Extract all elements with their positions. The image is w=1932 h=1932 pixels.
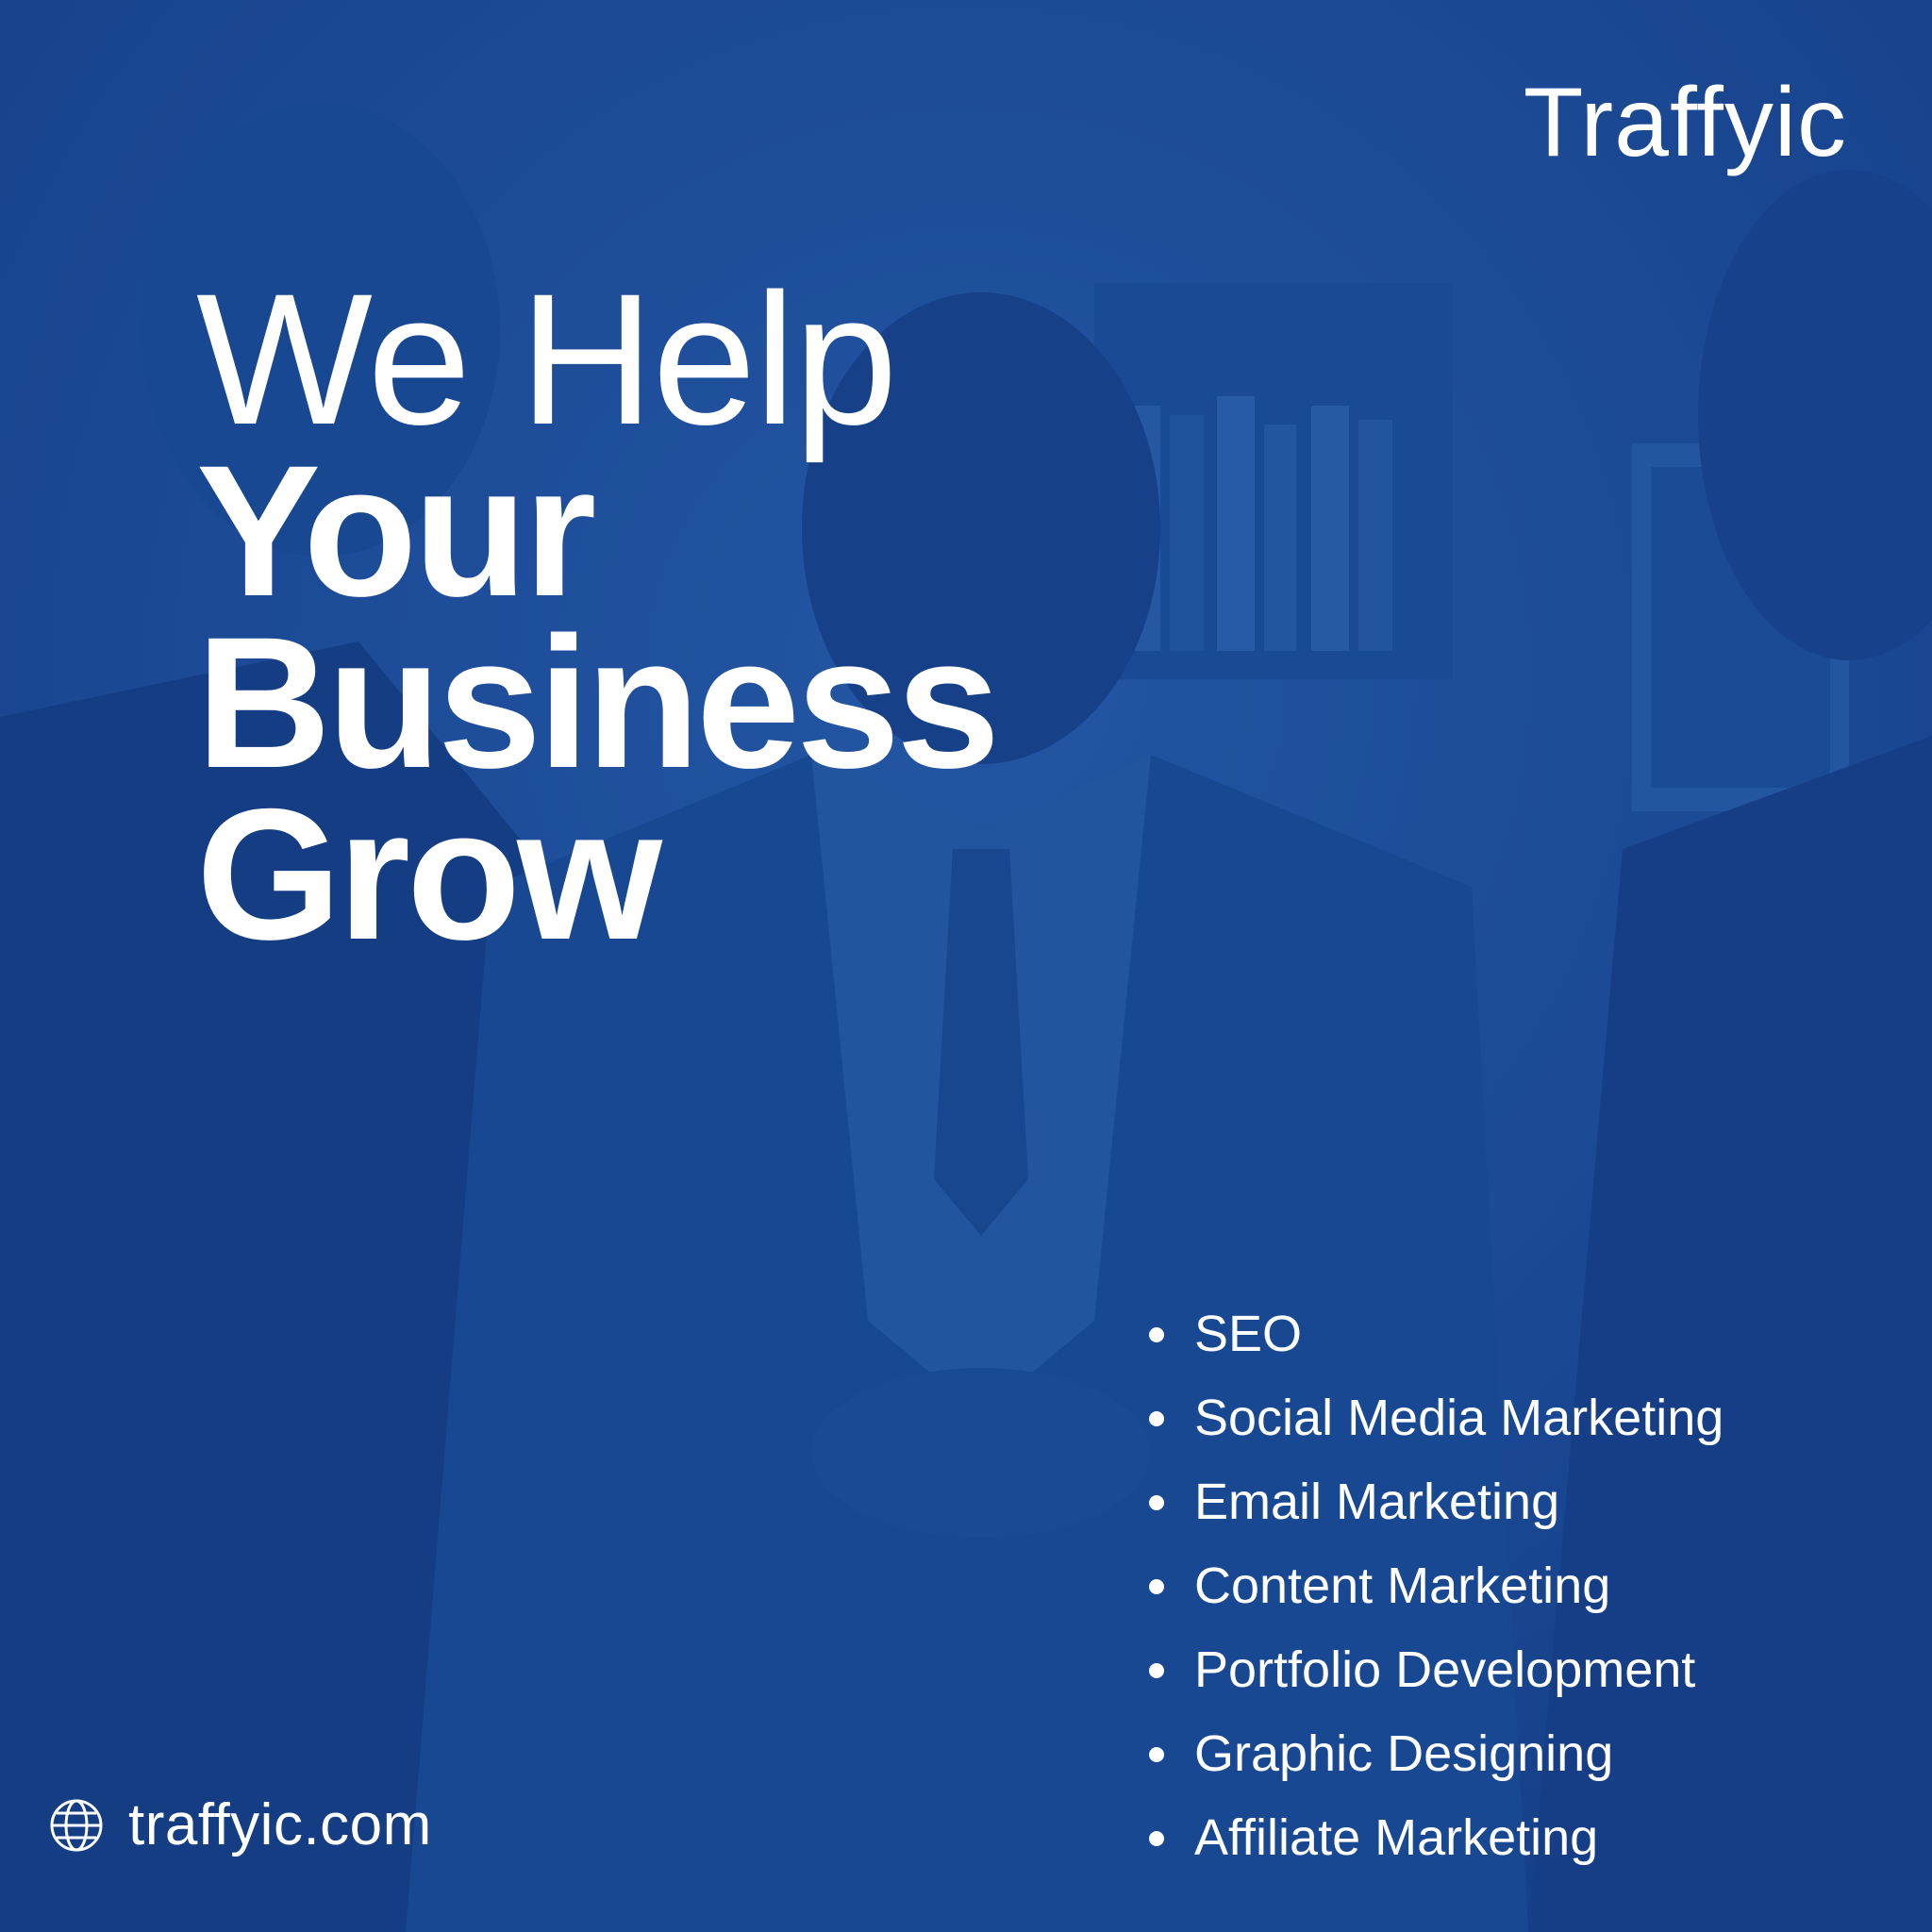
bullet-icon [1149, 1579, 1164, 1594]
service-item: Email Marketing [1149, 1460, 1724, 1544]
bullet-icon [1149, 1327, 1164, 1342]
service-label: Graphic Designing [1194, 1725, 1614, 1782]
service-label: SEO [1194, 1306, 1303, 1362]
brand-logo-text: Traffyic [1523, 68, 1847, 177]
service-item: Social Media Marketing [1149, 1376, 1724, 1460]
headline-line-1: We Help [196, 255, 898, 463]
bullet-icon [1149, 1747, 1164, 1762]
globe-icon [50, 1799, 103, 1851]
service-item: Graphic Designing [1149, 1712, 1724, 1796]
service-item: Portfolio Development [1149, 1628, 1724, 1712]
website-footer: traffyic.com [49, 1791, 432, 1858]
bullet-icon [1149, 1411, 1164, 1426]
headline-line-2: Your [196, 426, 596, 636]
services-list: SEO Social Media Marketing Email Marketi… [1149, 1292, 1724, 1880]
poster: Traffyic We Help Your Business Grow SEO … [0, 0, 1932, 1932]
bullet-icon [1149, 1831, 1164, 1846]
bullet-icon [1149, 1663, 1164, 1678]
service-item: Affiliate Marketing [1149, 1796, 1724, 1880]
service-item: SEO [1149, 1292, 1724, 1376]
service-label: Social Media Marketing [1194, 1390, 1724, 1446]
service-label: Content Marketing [1194, 1557, 1611, 1614]
service-label: Portfolio Development [1194, 1641, 1696, 1698]
bullet-icon [1149, 1495, 1164, 1510]
headline-line-3: Business [196, 598, 1000, 808]
service-label: Email Marketing [1194, 1474, 1560, 1530]
website-url[interactable]: traffyic.com [128, 1791, 432, 1858]
service-item: Content Marketing [1149, 1544, 1724, 1628]
headline: We Help Your Business Grow [196, 255, 1000, 979]
headline-line-4: Grow [196, 770, 662, 979]
service-label: Affiliate Marketing [1194, 1809, 1599, 1866]
